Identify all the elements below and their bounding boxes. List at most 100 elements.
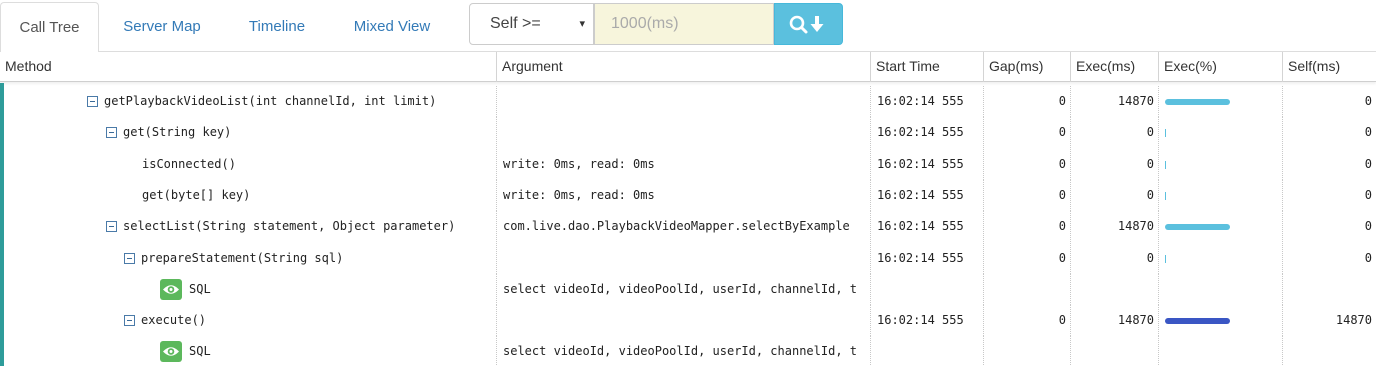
gap-cell [984,274,1071,305]
gap-cell [984,336,1071,366]
exec-percent-cell [1159,149,1283,180]
start-time-cell: 16:02:14 555 [871,86,984,117]
eye-icon[interactable] [160,341,182,362]
exec-cell: 14870 [1071,86,1159,117]
column-exec[interactable]: Exec(ms) [1071,52,1159,82]
eye-icon[interactable] [160,279,182,300]
column-exec-percent[interactable]: Exec(%) [1159,52,1283,82]
exec-cell [1071,274,1159,305]
start-time-cell: 16:02:14 555 [871,149,984,180]
gap-cell: 0 [984,149,1071,180]
exec-cell [1071,336,1159,366]
tab-mixed-view[interactable]: Mixed View [338,2,446,52]
table-row[interactable]: SQL select videoId, videoPoolId, userId, … [0,274,1376,305]
method-name: prepareStatement(String sql) [141,251,344,265]
self-cell: 0 [1364,219,1372,233]
method-cell: SQL [0,336,497,366]
argument-cell: com.live.dao.PlaybackVideoMapper.selectB… [497,211,871,242]
gap-cell: 0 [984,86,1071,117]
exec-percent-cell [1159,336,1283,366]
exec-percent-cell [1159,211,1283,242]
table-row[interactable]: execute() 16:02:14 555 0 14870 14870 [0,305,1376,336]
exec-percent-bar [1165,192,1166,200]
gap-cell: 0 [984,211,1071,242]
method-cell: selectList(String statement, Object para… [0,211,497,242]
start-time-cell: 16:02:14 555 [871,243,984,274]
tab-timeline[interactable]: Timeline [232,2,322,52]
exec-cell: 14870 [1071,305,1159,336]
exec-cell: 0 [1071,180,1159,211]
exec-percent-cell [1159,274,1283,305]
self-cell: 0 [1364,188,1372,202]
column-method[interactable]: Method [0,52,497,82]
table-row[interactable]: getPlaybackVideoList(int channelId, int … [0,86,1376,117]
argument-cell: write: 0ms, read: 0ms [497,149,871,180]
argument-cell [497,243,871,274]
method-cell: isConnected() [0,149,497,180]
search-download-icon [789,15,824,34]
filter-select-value: Self >= [490,15,541,32]
collapse-toggle-icon[interactable] [106,221,117,232]
column-start-time[interactable]: Start Time [871,52,984,82]
method-name: selectList(String statement, Object para… [123,219,456,233]
argument-cell [497,117,871,148]
start-time-cell: 16:02:14 555 [871,305,984,336]
table-row[interactable]: selectList(String statement, Object para… [0,211,1376,242]
tab-bar: Call Tree Server Map Timeline Mixed View… [0,0,1376,53]
collapse-toggle-icon[interactable] [124,315,135,326]
gap-cell: 0 [984,243,1071,274]
self-cell: 14870 [1335,313,1372,327]
method-cell: SQL [0,274,497,305]
argument-cell [497,305,871,336]
gap-cell: 0 [984,305,1071,336]
start-time-cell: 16:02:14 555 [871,180,984,211]
exec-cell: 0 [1071,149,1159,180]
exec-percent-bar [1165,224,1230,230]
table-row[interactable]: get(byte[] key) write: 0ms, read: 0ms 16:0… [0,180,1376,211]
start-time-cell: 16:02:14 555 [871,211,984,242]
argument-cell [497,86,871,117]
method-cell: getPlaybackVideoList(int channelId, int … [0,86,497,117]
exec-percent-cell [1159,305,1283,336]
exec-percent-bar [1165,255,1166,263]
exec-percent-cell [1159,86,1283,117]
table-row[interactable]: isConnected() write: 0ms, read: 0ms 16:02:… [0,149,1376,180]
method-name: SQL [189,344,211,358]
self-cell: 0 [1364,94,1372,108]
table-row[interactable]: prepareStatement(String sql) 16:02:14 555… [0,243,1376,274]
method-cell: execute() [0,305,497,336]
tab-server-map[interactable]: Server Map [107,2,217,52]
exec-percent-bar [1165,129,1166,137]
method-cell: prepareStatement(String sql) [0,243,497,274]
exec-cell: 0 [1071,117,1159,148]
tab-call-tree[interactable]: Call Tree [0,2,99,53]
column-gap[interactable]: Gap(ms) [984,52,1071,82]
start-time-cell: 16:02:14 555 [871,117,984,148]
self-cell [1283,274,1376,305]
method-cell: get(byte[] key) [0,180,497,211]
self-cell [1283,336,1376,366]
grid-header: Method Argument Start Time Gap(ms) Exec(… [0,52,1376,82]
collapse-toggle-icon[interactable] [124,253,135,264]
method-name: getPlaybackVideoList(int channelId, int … [104,94,437,108]
column-self[interactable]: Self(ms) [1283,52,1376,82]
exec-percent-cell [1159,117,1283,148]
collapse-toggle-icon[interactable] [87,96,98,107]
gap-cell: 0 [984,117,1071,148]
gap-cell: 0 [984,180,1071,211]
method-name: SQL [189,282,211,296]
search-button[interactable] [774,3,843,45]
self-cell: 0 [1364,125,1372,139]
table-row[interactable]: get(String key) 16:02:14 555 0 0 0 [0,117,1376,148]
table-row[interactable]: SQL select videoId, videoPoolId, userId, … [0,336,1376,366]
column-argument[interactable]: Argument [497,52,871,82]
exec-cell: 14870 [1071,211,1159,242]
threshold-input[interactable]: 1000(ms) [594,3,774,45]
method-cell: get(String key) [0,117,497,148]
collapse-toggle-icon[interactable] [106,127,117,138]
method-name: execute() [141,313,207,327]
exec-percent-bar [1165,99,1230,105]
filter-select[interactable]: Self >= ▾ [469,3,594,45]
start-time-cell [871,274,984,305]
exec-percent-bar [1165,318,1230,324]
